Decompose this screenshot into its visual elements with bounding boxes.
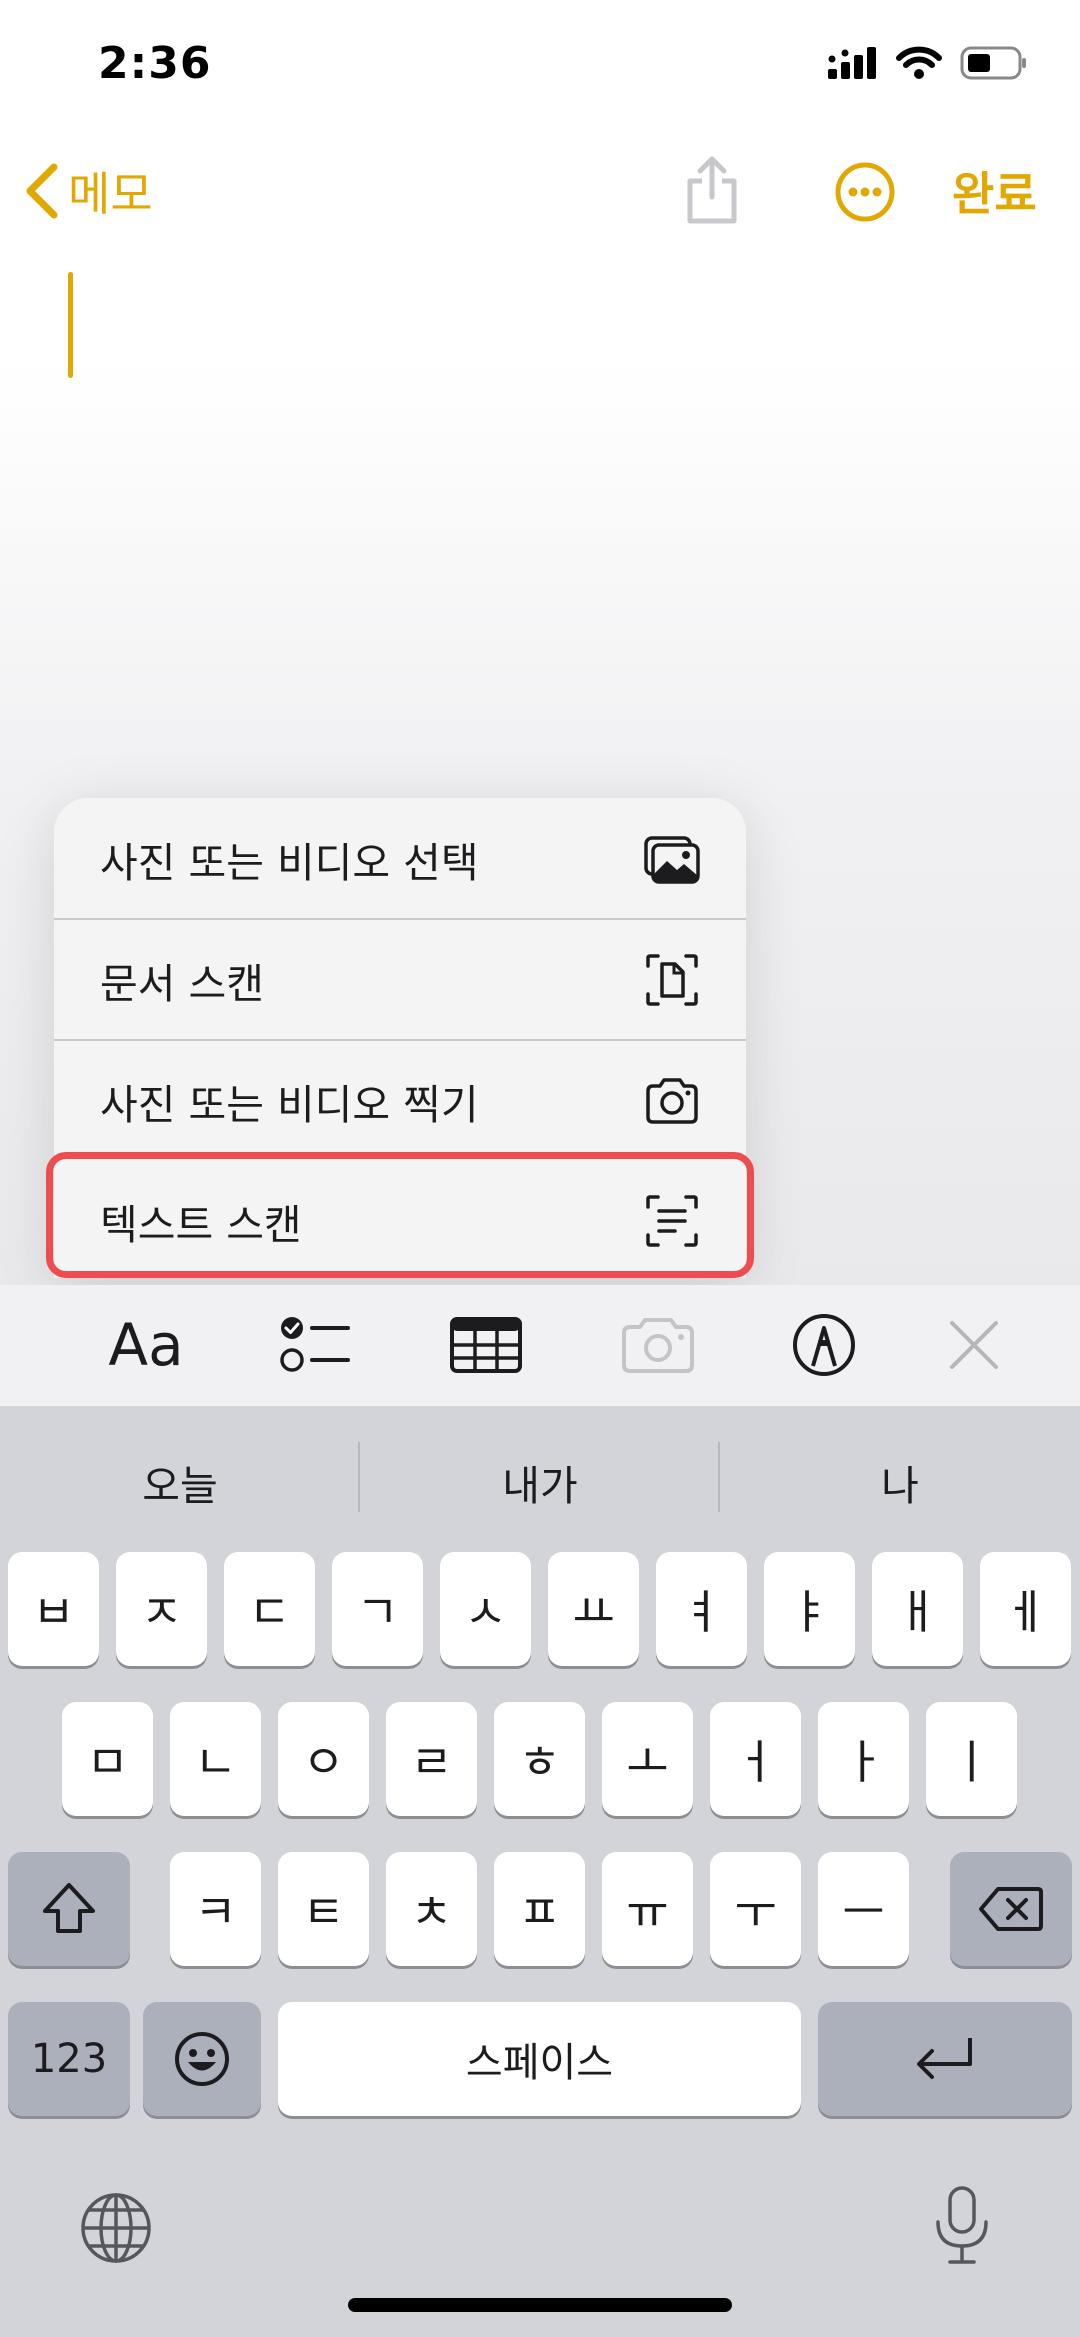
emoji-icon — [175, 2032, 229, 2086]
menu-item-label: 문서 스캔 — [100, 959, 264, 1008]
key[interactable]: ㅓ — [710, 1702, 801, 1816]
key[interactable]: ㅡ — [818, 1852, 909, 1966]
menu-item-label: 사진 또는 비디오 선택 — [100, 838, 479, 887]
chevron-left-icon — [26, 163, 58, 219]
key[interactable]: ㅍ — [494, 1852, 585, 1966]
microphone-icon[interactable] — [930, 2184, 994, 2268]
table-button[interactable] — [444, 1305, 528, 1385]
key[interactable]: ㄴ — [170, 1702, 261, 1816]
key[interactable]: ㅌ — [278, 1852, 369, 1966]
suggestion-1[interactable]: 오늘 — [30, 1452, 330, 1512]
menu-item-scan-documents[interactable]: 문서 스캔 — [54, 919, 746, 1040]
close-toolbar-button[interactable] — [932, 1305, 1016, 1385]
return-key[interactable] — [818, 2002, 1072, 2116]
key[interactable]: ㅂ — [8, 1552, 99, 1666]
more-options-icon[interactable] — [834, 161, 896, 223]
suggestion-2[interactable]: 내가 — [390, 1452, 690, 1512]
document-scan-icon — [646, 953, 698, 1006]
key[interactable]: ㅊ — [386, 1852, 477, 1966]
suggestion-divider — [358, 1442, 360, 1512]
text-cursor — [68, 272, 73, 378]
key[interactable]: ㅑ — [764, 1552, 855, 1666]
space-key[interactable]: 스페이스 — [278, 2002, 801, 2116]
done-button[interactable]: 완료 — [952, 158, 1037, 224]
back-label: 메모 — [68, 167, 153, 221]
highlight-box — [46, 1152, 754, 1278]
key[interactable]: ㅛ — [548, 1552, 639, 1666]
return-icon — [917, 2038, 972, 2079]
key[interactable]: ㅜ — [710, 1852, 801, 1966]
table-icon — [450, 1317, 522, 1373]
shift-icon — [43, 1883, 95, 1933]
markup-button[interactable] — [782, 1305, 866, 1385]
battery-icon — [960, 46, 1026, 80]
suggestion-3[interactable]: 나 — [750, 1452, 1050, 1512]
key[interactable]: ㅋ — [170, 1852, 261, 1966]
menu-item-take-photo-video[interactable]: 사진 또는 비디오 찍기 — [54, 1040, 746, 1161]
emoji-key[interactable] — [143, 2002, 261, 2116]
status-time: 2:36 — [98, 38, 212, 89]
key[interactable]: ㅇ — [278, 1702, 369, 1816]
key[interactable]: ㅅ — [440, 1552, 531, 1666]
cellular-signal-icon — [828, 47, 876, 79]
keyboard: 오늘 내가 나 ㅂ ㅈ ㄷ ㄱ ㅅ ㅛ ㅕ ㅑ ㅐ ㅔ ㅁ ㄴ ㅇ ㄹ ㅎ ㅗ … — [0, 1406, 1080, 2337]
camera-button[interactable] — [616, 1305, 700, 1385]
key[interactable]: ㅐ — [872, 1552, 963, 1666]
menu-item-choose-photo-video[interactable]: 사진 또는 비디오 선택 — [54, 798, 746, 919]
back-button[interactable]: 메모 — [22, 158, 153, 224]
camera-icon — [622, 1318, 694, 1373]
markup-icon — [793, 1314, 855, 1376]
key[interactable]: ㄱ — [332, 1552, 423, 1666]
key[interactable]: ㅕ — [656, 1552, 747, 1666]
key[interactable]: ㄷ — [224, 1552, 315, 1666]
checklist-button[interactable] — [274, 1305, 358, 1385]
close-icon — [950, 1321, 998, 1369]
photo-library-icon — [644, 835, 700, 884]
key[interactable]: ㅁ — [62, 1702, 153, 1816]
globe-icon[interactable] — [78, 2190, 154, 2266]
menu-item-label: 사진 또는 비디오 찍기 — [100, 1080, 479, 1129]
format-toolbar: Aa — [0, 1285, 1080, 1406]
key[interactable]: ㅠ — [602, 1852, 693, 1966]
camera-icon — [646, 1077, 698, 1124]
text-style-button[interactable]: Aa — [104, 1305, 188, 1385]
share-icon[interactable] — [684, 155, 740, 225]
status-icons — [828, 46, 1028, 80]
shift-key[interactable] — [8, 1852, 130, 1966]
wifi-icon — [896, 46, 942, 79]
key[interactable]: ㅎ — [494, 1702, 585, 1816]
key[interactable]: ㅏ — [818, 1702, 909, 1816]
delete-icon — [979, 1887, 1043, 1931]
delete-key[interactable] — [950, 1852, 1072, 1966]
home-indicator[interactable] — [348, 2298, 732, 2312]
key[interactable]: ㅗ — [602, 1702, 693, 1816]
key[interactable]: ㅈ — [116, 1552, 207, 1666]
key[interactable]: ㅣ — [926, 1702, 1017, 1816]
numbers-key[interactable]: 123 — [8, 2002, 130, 2116]
checklist-icon — [280, 1317, 350, 1372]
key[interactable]: ㅔ — [980, 1552, 1071, 1666]
key[interactable]: ㄹ — [386, 1702, 477, 1816]
suggestion-divider — [718, 1442, 720, 1512]
